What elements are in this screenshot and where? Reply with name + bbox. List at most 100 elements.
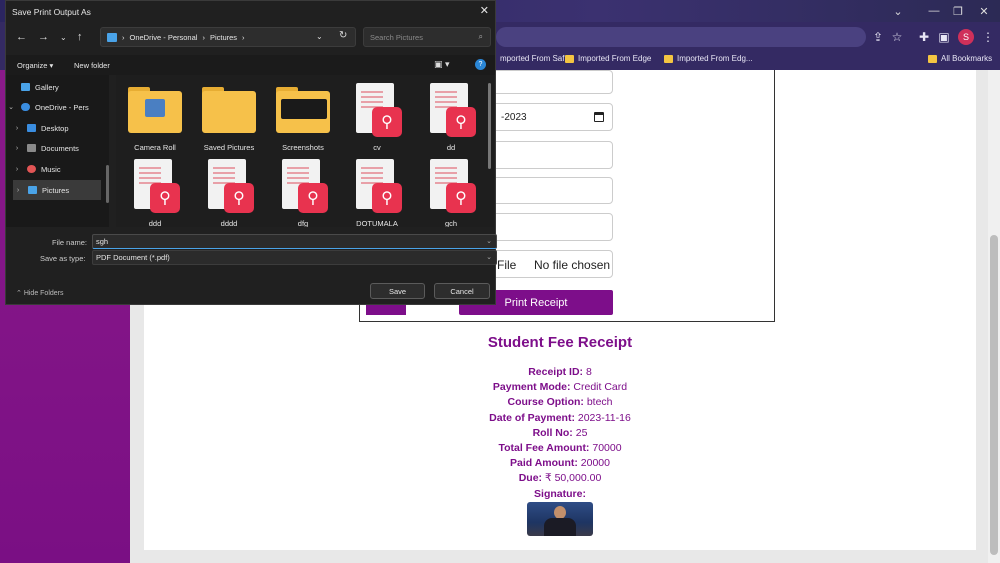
sidebar-item-gallery[interactable]: Gallery xyxy=(6,77,106,97)
file-item-cv[interactable]: ⚲ cv xyxy=(345,79,409,155)
profile-avatar[interactable]: S xyxy=(958,29,974,45)
form-field[interactable] xyxy=(476,141,613,169)
file-name-label: File name: xyxy=(52,238,88,247)
file-list-scrollbar[interactable] xyxy=(488,83,491,169)
folder-icon xyxy=(928,54,937,63)
search-input[interactable]: Search Pictures ⌕ xyxy=(363,27,491,47)
breadcrumb-pictures[interactable]: Pictures xyxy=(210,33,237,42)
form-field[interactable] xyxy=(476,70,613,94)
chevron-down-icon[interactable]: ⌄ xyxy=(486,237,492,245)
bookmark-item[interactable]: Imported From Edg... xyxy=(664,54,753,63)
organize-button[interactable]: Organize ▾ xyxy=(17,61,53,70)
file-item-dd[interactable]: ⚲ dd xyxy=(419,79,483,155)
signature-photo-body xyxy=(544,518,576,536)
save-type-select[interactable]: PDF Document (*.pdf) ⌄ xyxy=(92,250,497,265)
desktop-icon xyxy=(27,124,36,132)
calendar-icon[interactable] xyxy=(594,112,604,122)
breadcrumb-onedrive[interactable]: OneDrive - Personal xyxy=(130,33,198,42)
extensions-icon[interactable]: ✚ xyxy=(915,28,933,46)
expand-chevron-icon[interactable]: › xyxy=(12,166,22,173)
recent-locations-icon[interactable]: ⌄ xyxy=(60,33,67,42)
date-field[interactable]: -2023 xyxy=(476,103,613,131)
bookmark-item[interactable]: All Bookmarks xyxy=(928,54,992,63)
receipt-line: Signature: xyxy=(534,487,586,500)
nav-scrollbar[interactable] xyxy=(106,165,109,203)
file-item-gch[interactable]: ⚲ gch xyxy=(419,155,483,227)
pdf-badge-icon: ⚲ xyxy=(372,107,402,137)
close-icon[interactable]: ✕ xyxy=(480,4,489,17)
receipt-line: Payment Mode: Credit Card xyxy=(492,381,628,394)
share-icon[interactable]: ⇪ xyxy=(869,28,887,46)
sidebar-item-pictures[interactable]: › Pictures xyxy=(13,180,101,200)
file-name-input[interactable]: sgh ⌄ xyxy=(92,234,497,249)
breadcrumb-separator: › xyxy=(242,32,245,42)
expand-chevron-icon[interactable]: › xyxy=(12,145,22,152)
sidebar-item-music[interactable]: › Music xyxy=(12,159,112,179)
gallery-icon xyxy=(21,83,30,91)
menu-icon[interactable]: ⋮ xyxy=(979,28,997,46)
bookmark-item[interactable]: Imported From Edge xyxy=(565,54,651,63)
dialog-title: Save Print Output As xyxy=(12,7,91,17)
hide-folders-toggle[interactable]: ⌃ Hide Folders xyxy=(16,289,64,297)
file-name-value: sgh xyxy=(96,237,109,246)
breadcrumb-separator: › xyxy=(122,32,125,42)
side-panel-icon[interactable]: ▣ xyxy=(935,28,953,46)
pdf-badge-icon: ⚲ xyxy=(446,107,476,137)
receipt-line: Paid Amount: 20000 xyxy=(510,457,610,470)
receipt-line: Receipt ID: 8 xyxy=(528,366,592,378)
file-item-dddd[interactable]: ⚲ dddd xyxy=(197,155,261,227)
file-item-dfg[interactable]: ⚲ dfg xyxy=(271,155,335,227)
forward-icon[interactable]: → xyxy=(38,31,49,43)
file-item-dotumala[interactable]: ⚲ DOTUMALA xyxy=(345,155,409,227)
help-icon[interactable]: ? xyxy=(475,59,486,70)
form-field[interactable] xyxy=(476,177,613,204)
up-icon[interactable]: ↑ xyxy=(77,31,83,43)
tab-search-icon[interactable]: ⌄ xyxy=(880,0,916,22)
save-type-label: Save as type: xyxy=(40,254,86,263)
navigation-pane: Gallery ⌄ OneDrive - Pers › Desktop › Do… xyxy=(6,75,109,227)
folder-icon xyxy=(664,54,673,63)
pdf-badge-icon: ⚲ xyxy=(298,183,328,213)
search-icon: ⌕ xyxy=(478,32,483,41)
folder-icon xyxy=(202,91,256,133)
bookmark-item[interactable]: mported From Saf... xyxy=(500,54,571,63)
search-placeholder: Search Pictures xyxy=(370,32,423,42)
sidebar-item-documents[interactable]: › Documents xyxy=(12,138,112,158)
save-type-value: PDF Document (*.pdf) xyxy=(96,253,170,262)
sidebar-item-desktop[interactable]: › Desktop xyxy=(12,118,112,138)
file-item-ddd[interactable]: ⚲ ddd xyxy=(123,155,187,227)
chevron-down-icon[interactable]: ⌄ xyxy=(486,253,492,261)
chevron-down-icon[interactable]: ⌄ xyxy=(316,32,323,41)
pdf-badge-icon: ⚲ xyxy=(150,183,180,213)
cancel-button[interactable]: Cancel xyxy=(434,283,490,299)
pictures-folder-icon xyxy=(107,32,117,42)
pdf-badge-icon: ⚲ xyxy=(224,183,254,213)
expand-chevron-icon[interactable]: ⌄ xyxy=(6,103,16,111)
page-scrollbar-thumb[interactable] xyxy=(990,235,998,555)
receipt-line: Date of Payment: 2023-11-16 xyxy=(489,411,631,424)
save-button[interactable]: Save xyxy=(370,283,425,299)
back-icon[interactable]: ← xyxy=(16,31,27,43)
pdf-badge-icon: ⚲ xyxy=(446,183,476,213)
screenshot-preview xyxy=(281,99,327,119)
view-options-icon[interactable]: ▣ ▾ xyxy=(434,59,450,70)
camera-icon xyxy=(145,99,165,117)
pictures-icon xyxy=(28,186,37,194)
cloud-icon xyxy=(21,103,30,111)
new-folder-button[interactable]: New folder xyxy=(74,61,110,70)
receipt-line: Course Option: btech xyxy=(507,396,613,409)
file-item-saved-pictures[interactable]: Saved Pictures xyxy=(197,79,261,155)
address-bar[interactable] xyxy=(496,27,866,47)
file-item-camera-roll[interactable]: Camera Roll xyxy=(123,79,187,155)
receipt-line: Due: ₹ 50,000.00 xyxy=(518,472,602,485)
expand-chevron-icon[interactable]: › xyxy=(13,187,23,194)
refresh-icon[interactable]: ↻ xyxy=(339,30,347,41)
bookmark-star-icon[interactable]: ☆ xyxy=(888,28,906,46)
window-close-icon[interactable]: ✕ xyxy=(966,0,1000,22)
sidebar-item-onedrive[interactable]: ⌄ OneDrive - Pers xyxy=(6,97,106,117)
folder-icon xyxy=(565,54,574,63)
file-item-screenshots[interactable]: Screenshots xyxy=(271,79,335,155)
receipt-details: Receipt ID: 8 Payment Mode: Credit Card … xyxy=(440,365,680,502)
expand-chevron-icon[interactable]: › xyxy=(12,125,22,132)
breadcrumb-separator: › xyxy=(202,32,205,42)
